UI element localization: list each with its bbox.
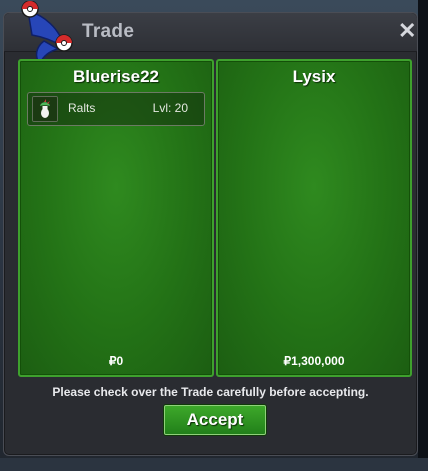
- game-bottom-strip: [0, 458, 428, 471]
- pokeball-logo-icon: [21, 1, 73, 65]
- pokemon-level: Lvl: 20: [152, 101, 188, 115]
- trade-notice: Please check over the Trade carefully be…: [52, 385, 369, 399]
- pokemon-name: Ralts: [68, 101, 96, 115]
- partner-money-offer: ₽1,300,000: [283, 354, 345, 368]
- accept-button[interactable]: Accept: [164, 405, 266, 435]
- money-offer: ₽0: [108, 354, 124, 368]
- trade-panel-self: Bluerise22 Ralts Lvl: 20 ₽0: [18, 59, 214, 377]
- trade-panel-partner: Lysix ₽1,300,000: [216, 59, 412, 377]
- trade-window: Trade ✕ Bluerise22 Ralts Lvl: 20 ₽0 Lysi…: [3, 1, 418, 456]
- ralts-sprite-icon: [32, 96, 58, 122]
- game-side-strip: [418, 0, 428, 471]
- window-title: Trade: [82, 21, 135, 42]
- trade-pokemon-slot[interactable]: Ralts Lvl: 20: [27, 92, 205, 126]
- player-name: Bluerise22: [73, 67, 159, 86]
- close-icon[interactable]: ✕: [398, 20, 416, 42]
- partner-name: Lysix: [292, 67, 336, 86]
